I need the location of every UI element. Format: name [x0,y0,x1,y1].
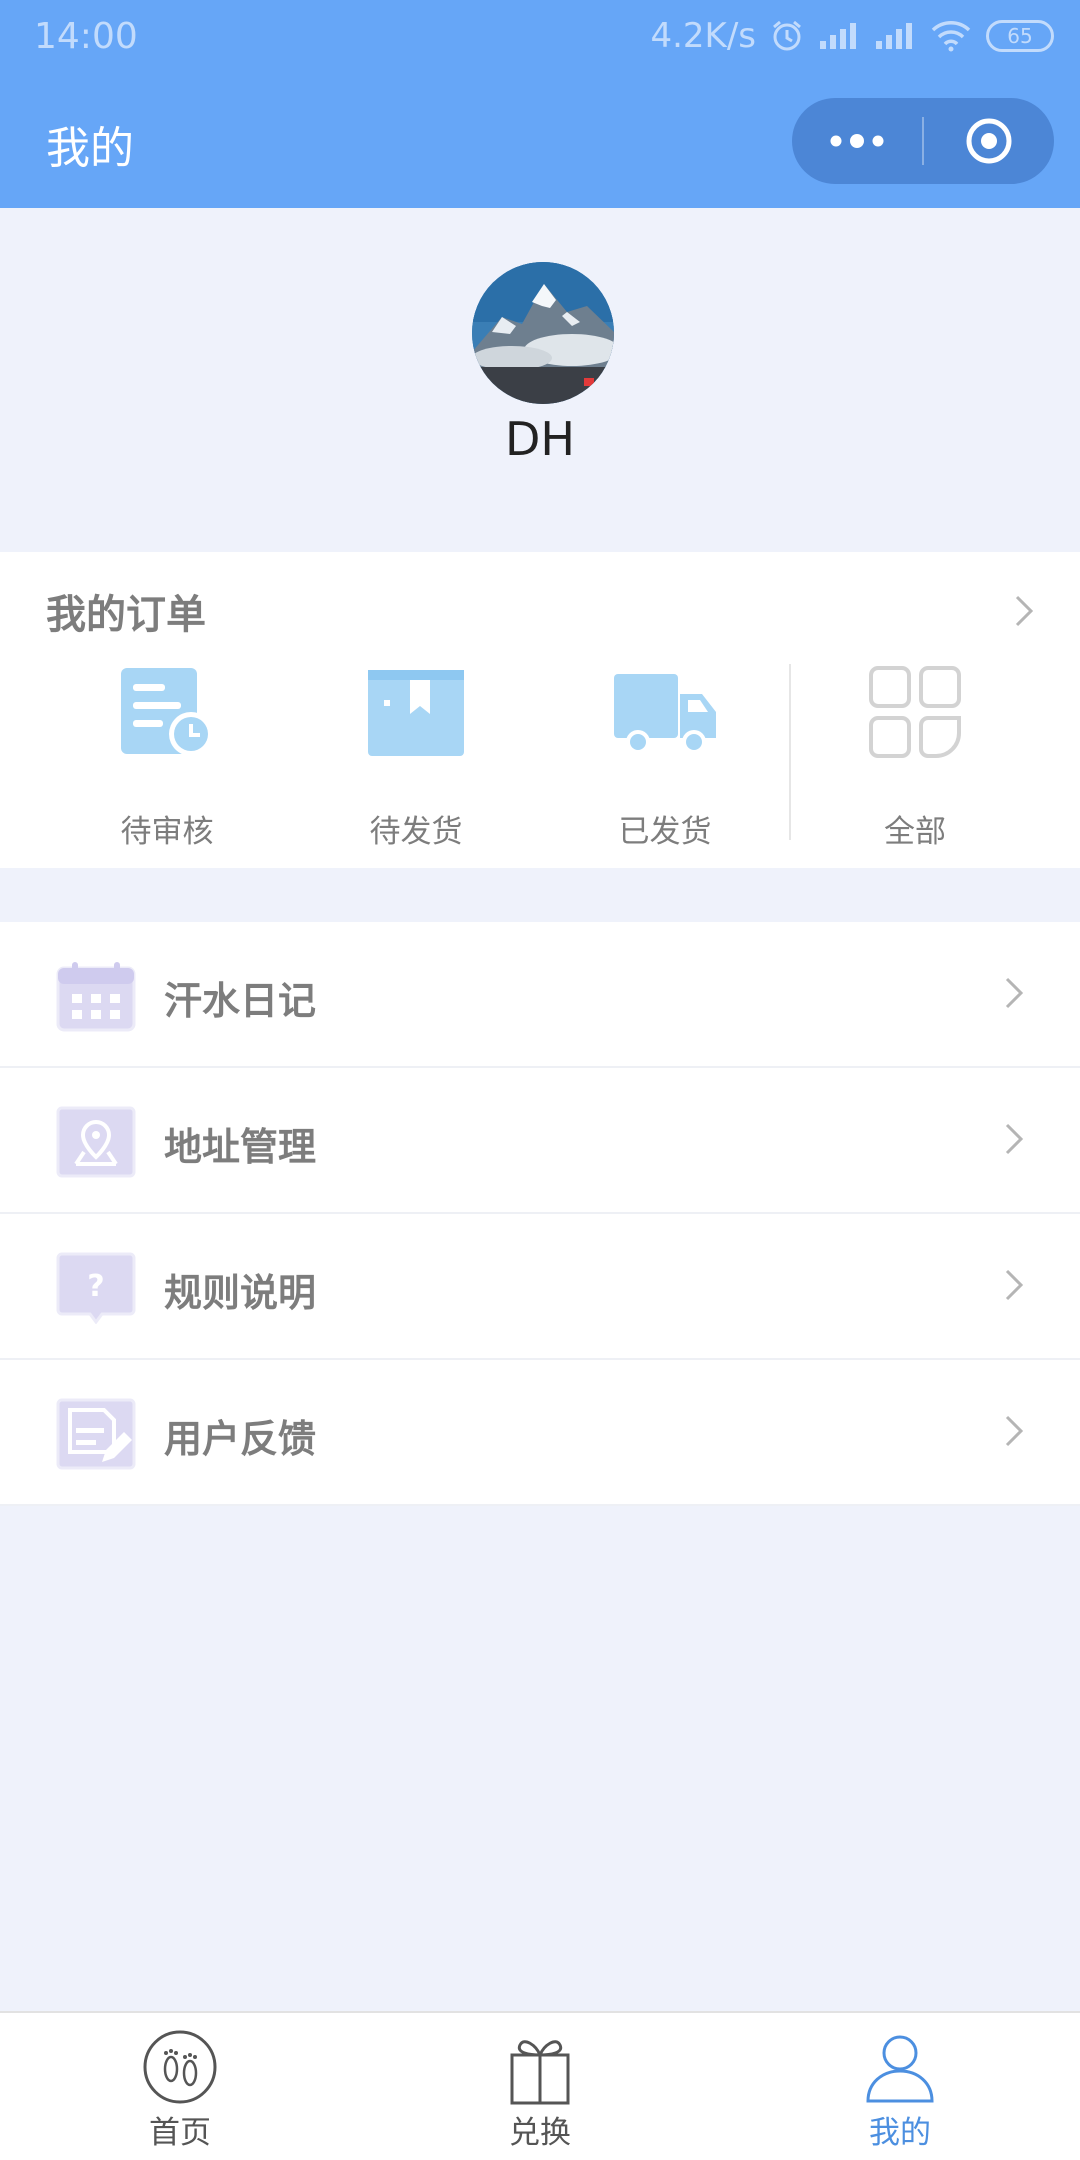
my-page: 14:00 4.2K/s 65 我的 DH 我的订单 待审核 待发货 已发货 全… [0,0,1080,2160]
tab-label: 首页 [149,2115,211,2151]
svg-text:?: ? [87,1269,104,1304]
battery-icon: 65 [986,20,1054,52]
menu-item-feedback[interactable]: 用户反馈 [0,1360,1080,1506]
status-bar: 14:00 4.2K/s 65 [0,0,1080,78]
to-ship-box-icon [366,664,466,764]
menu-list: 汗水日记 地址管理 ? 规则说明 用户反馈 [0,922,1080,1506]
page-title: 我的 [46,123,134,174]
menu-item-rules[interactable]: ? 规则说明 [0,1214,1080,1360]
order-label: 待发货 [369,814,463,850]
orders-divider [789,664,791,840]
location-icon [56,1106,136,1182]
pending-review-icon [117,664,217,764]
network-speed: 4.2K/s [650,16,756,56]
wifi-icon [930,20,972,52]
signal-icon-2 [874,21,916,51]
tab-exchange[interactable]: 兑换 [440,2013,640,2160]
order-label: 已发货 [618,814,712,850]
avatar[interactable] [472,262,614,404]
order-shipped[interactable]: 已发货 [585,664,745,854]
alarm-icon [770,19,804,53]
header: 14:00 4.2K/s 65 我的 [0,0,1080,208]
menu-label: 用户反馈 [164,1417,317,1461]
more-dots-icon [830,134,884,148]
status-time: 14:00 [34,16,138,57]
tab-label: 兑换 [509,2115,571,2151]
username: DH [504,412,575,466]
tab-label: 我的 [869,2115,931,2151]
menu-label: 规则说明 [164,1271,317,1315]
footprint-icon [142,2029,218,2109]
target-close-icon [966,118,1012,164]
chevron-right-icon [1004,976,1024,1014]
tab-home[interactable]: 首页 [80,2013,280,2160]
menu-label: 地址管理 [164,1125,317,1169]
chevron-right-icon [1004,1122,1024,1160]
signal-icon [818,21,860,51]
user-icon [862,2029,938,2109]
chevron-right-icon[interactable] [1014,594,1034,632]
shipped-truck-icon [610,664,720,764]
mountain-avatar-image [472,262,614,404]
tab-bar: 首页 兑换 我的 [0,2011,1080,2160]
status-right: 4.2K/s 65 [650,16,1054,56]
feedback-icon [56,1398,136,1474]
order-pending-review[interactable]: 待审核 [87,664,247,854]
question-icon: ? [56,1252,136,1328]
orders-card: 我的订单 待审核 待发货 已发货 全部 [0,552,1080,868]
calendar-icon [56,960,136,1036]
mini-program-capsule [792,98,1054,184]
gift-icon [502,2029,578,2109]
tab-mine[interactable]: 我的 [800,2013,1000,2160]
all-grid-icon [867,664,963,764]
close-button[interactable] [924,98,1054,184]
menu-label: 汗水日记 [164,979,317,1023]
chevron-right-icon [1004,1414,1024,1452]
menu-item-sweat-diary[interactable]: 汗水日记 [0,922,1080,1068]
order-label: 待审核 [120,814,214,850]
order-all[interactable]: 全部 [835,664,995,854]
orders-title: 我的订单 [46,592,206,638]
more-button[interactable] [792,98,922,184]
order-to-ship[interactable]: 待发货 [336,664,496,854]
order-label: 全部 [884,814,946,850]
chevron-right-icon [1004,1268,1024,1306]
menu-item-address[interactable]: 地址管理 [0,1068,1080,1214]
